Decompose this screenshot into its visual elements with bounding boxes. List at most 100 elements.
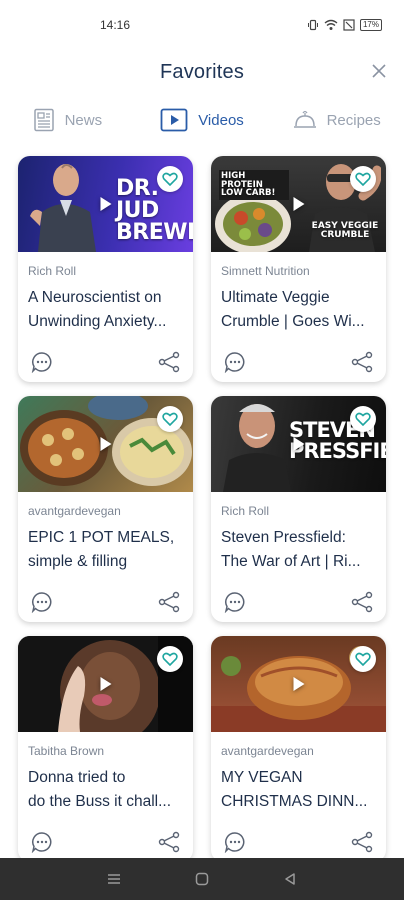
heart-icon [162,652,178,666]
video-title[interactable]: Steven Pressfield: The War of Art | Ri..… [211,518,386,582]
play-icon [293,437,304,451]
header: Favorites [0,50,404,94]
comment-button[interactable] [223,830,247,854]
comment-icon [224,352,245,373]
video-card[interactable]: HIGH PROTEIN LOW CARB! EASY VEGGIE CRUMB… [211,156,386,382]
comment-icon [224,592,245,613]
video-title-line: CHRISTMAS DINN... [221,793,368,810]
video-source: avantgardevegan [28,504,121,518]
video-title[interactable]: MY VEGAN CHRISTMAS DINN... [211,758,386,822]
video-thumbnail[interactable]: STEVEN PRESSFIELD [211,396,386,492]
comment-button[interactable] [223,350,247,374]
video-thumbnail[interactable]: DR. JUD BREWER [18,156,193,252]
tab-recipes-label: Recipes [326,111,381,129]
video-title-line: MY VEGAN [221,769,303,786]
speaker-figure [223,404,291,492]
status-bar: 14:16 17% [0,0,404,50]
play-box-icon [160,108,188,132]
comment-icon [31,352,52,373]
video-title-line: Donna tried to [28,769,126,786]
play-icon [100,677,111,691]
tab-recipes[interactable]: Recipes [269,109,404,131]
system-nav-bar [0,858,404,900]
video-title-line: The War of Art | Ri... [221,553,361,570]
battery-indicator: 17% [359,19,382,31]
share-button[interactable] [350,590,374,614]
video-thumbnail[interactable] [18,396,193,492]
video-title-line: Steven Pressfield: [221,529,346,546]
card-actions [30,590,181,614]
video-title[interactable]: EPIC 1 POT MEALS, simple & filling [18,518,193,582]
card-actions [30,350,181,374]
speaker-figure [30,164,96,252]
video-card[interactable]: avantgardevegan EPIC 1 POT MEALS, simple… [18,396,193,622]
favorite-button[interactable] [157,166,183,192]
tab-videos[interactable]: Videos [135,108,270,132]
share-icon [158,831,180,853]
video-title-line: EPIC 1 POT MEALS, [28,529,175,546]
thumbnail-caption-top: HIGH PROTEIN LOW CARB! [219,170,289,200]
status-icons: 17% [307,19,382,31]
share-button[interactable] [350,350,374,374]
heart-icon [355,172,371,186]
video-card[interactable]: DR. JUD BREWER Rich Roll A Neuroscientis… [18,156,193,382]
play-icon [100,437,111,451]
heart-icon [355,412,371,426]
share-button[interactable] [157,350,181,374]
video-source: Tabitha Brown [28,744,105,758]
back-triangle-icon [285,873,295,885]
video-title[interactable]: Ultimate Veggie Crumble | Goes Wi... [211,278,386,342]
card-actions [223,350,374,374]
video-card[interactable]: Tabitha Brown Donna tried to do the Buss… [18,636,193,862]
close-button[interactable] [368,60,390,82]
video-title[interactable]: A Neuroscientist on Unwinding Anxiety... [18,278,193,342]
share-button[interactable] [350,830,374,854]
vibrate-icon [307,19,318,31]
comment-button[interactable] [30,350,54,374]
video-thumbnail[interactable]: HIGH PROTEIN LOW CARB! EASY VEGGIE CRUMB… [211,156,386,252]
share-icon [351,831,373,853]
video-title[interactable]: Donna tried to do the Buss it chall... [18,758,193,822]
video-thumbnail[interactable] [211,636,386,732]
comment-button[interactable] [30,830,54,854]
wifi-icon [324,19,338,30]
comment-button[interactable] [30,590,54,614]
card-actions [30,830,181,854]
video-card[interactable]: STEVEN PRESSFIELD Rich Roll Steven Press… [211,396,386,622]
comment-icon [31,832,52,853]
video-grid: DR. JUD BREWER Rich Roll A Neuroscientis… [18,156,388,862]
video-title-line: A Neuroscientist on [28,289,162,306]
video-source: Rich Roll [221,504,270,518]
favorite-button[interactable] [350,646,376,672]
play-icon [293,197,304,211]
signal-icon [343,19,355,31]
share-button[interactable] [157,590,181,614]
comment-icon [31,592,52,613]
video-card[interactable]: avantgardevegan MY VEGAN CHRISTMAS DINN.… [211,636,386,862]
share-icon [158,351,180,373]
comment-icon [224,832,245,853]
heart-icon [355,652,371,666]
video-source: Simnett Nutrition [221,264,310,278]
favorite-button[interactable] [350,406,376,432]
share-button[interactable] [157,830,181,854]
share-icon [351,351,373,373]
card-actions [223,830,374,854]
video-thumbnail[interactable] [18,636,193,732]
play-icon [100,197,111,211]
video-source: Rich Roll [28,264,77,278]
back-button[interactable] [278,867,302,891]
favorite-button[interactable] [350,166,376,192]
comment-button[interactable] [223,590,247,614]
home-button[interactable] [190,867,214,891]
category-tabs: News Videos Recipes [0,100,404,140]
share-icon [158,591,180,613]
favorite-button[interactable] [157,646,183,672]
page-title: Favorites [159,60,245,83]
tab-news[interactable]: News [0,108,135,132]
recents-button[interactable] [102,867,126,891]
home-square-icon [195,872,209,886]
favorite-button[interactable] [157,406,183,432]
heart-icon [162,412,178,426]
video-title-line: do the Buss it chall... [28,793,172,810]
